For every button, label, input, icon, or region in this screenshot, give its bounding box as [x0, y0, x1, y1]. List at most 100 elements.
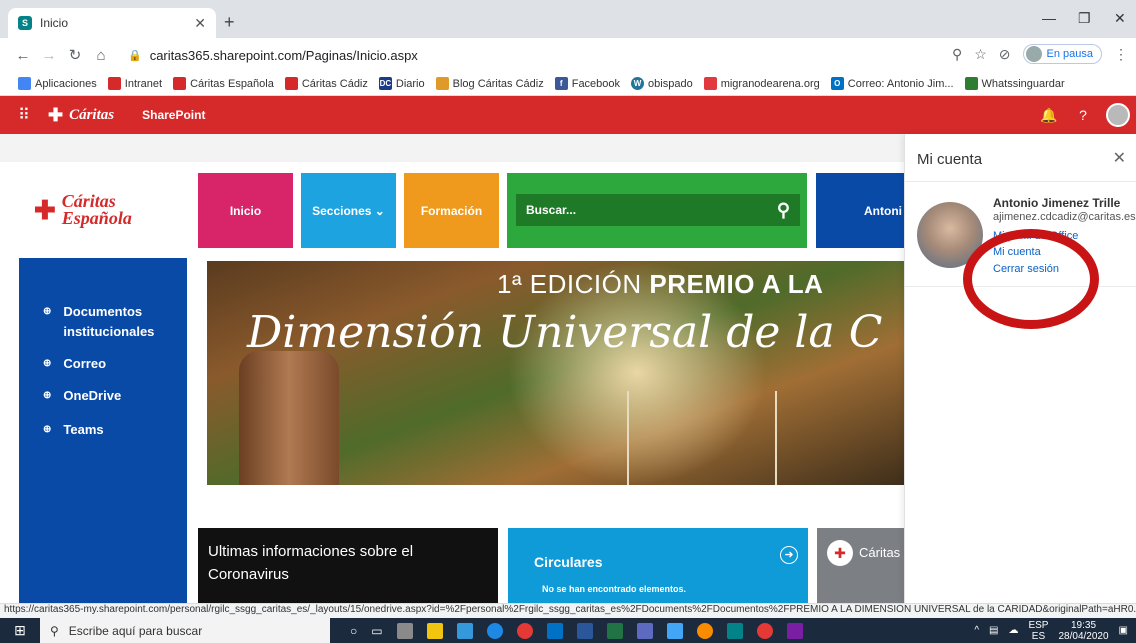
search-icon[interactable]: ⚲	[777, 200, 790, 221]
task-view-icon[interactable]: ▭	[371, 624, 382, 638]
lock-icon[interactable]: 🔒	[128, 49, 142, 62]
bookmark-label: Cáritas Cádiz	[301, 77, 368, 90]
circulares-card[interactable]: Circulares ➜ No se han encontrado elemen…	[508, 528, 808, 603]
bookmark-star-icon[interactable]: ☆	[974, 46, 987, 63]
back-button[interactable]: ←	[10, 47, 36, 64]
file-explorer-icon[interactable]	[426, 622, 443, 639]
chrome-icon[interactable]	[516, 622, 533, 639]
arrow-right-icon[interactable]: ➜	[780, 546, 798, 564]
close-window-button[interactable]: ✕	[1114, 10, 1126, 27]
windows-start-icon[interactable]: ⊞	[0, 622, 40, 639]
account-avatar-button[interactable]	[1106, 103, 1130, 127]
tab-inicio[interactable]: S Inicio ✕	[8, 8, 216, 38]
user-name: Antonio Jimenez Trille	[993, 196, 1121, 210]
blog-icon	[435, 77, 449, 90]
bookmark-diario[interactable]: DC Diario	[378, 77, 425, 90]
bookmark-label: Cáritas Española	[190, 77, 274, 90]
tile-profile[interactable]: Antoni	[816, 173, 904, 248]
tile-profile-label: Antoni	[864, 203, 902, 218]
bookmark-aplicaciones[interactable]: Aplicaciones	[18, 77, 97, 90]
news-card-coronavirus[interactable]: Ultimas informaciones sobre el Coronavir…	[198, 528, 498, 603]
nav-item-correo[interactable]: ⊕ Correo	[43, 354, 106, 374]
bookmark-caritas-espanola[interactable]: Cáritas Española	[173, 77, 274, 90]
teams-icon[interactable]	[786, 622, 803, 639]
bookmark-whatssinguardar[interactable]: Whatssinguardar	[964, 77, 1065, 90]
nav-item-documentos[interactable]: ⊕ Documentos institucionales	[43, 302, 163, 342]
project-icon[interactable]	[606, 622, 623, 639]
new-tab-button[interactable]: +	[224, 12, 235, 33]
bookmark-label: Whatssinguardar	[981, 77, 1065, 90]
profile-paused-button[interactable]: En pausa	[1022, 44, 1102, 64]
caritas-espanola-logo[interactable]: ✚ Cáritas Española	[34, 192, 132, 228]
zoom-icon[interactable]: ⚲	[952, 46, 962, 63]
hero-banner[interactable]: 1ª EDICIÓN PREMIO A LA Dimensión Univers…	[207, 261, 904, 485]
bookmark-caritas-cadiz[interactable]: Cáritas Cádiz	[284, 77, 368, 90]
whatsapp-icon	[964, 77, 978, 90]
sharepoint-icon[interactable]	[726, 622, 743, 639]
forward-button[interactable]: →	[36, 47, 62, 64]
onedrive-icon[interactable]: ☁	[1008, 625, 1018, 636]
link-icon: ⊕	[43, 306, 52, 317]
left-navigation: ⊕ Documentos institucionales ⊕ Correo ⊕ One…	[19, 258, 187, 603]
caritas-icon	[284, 77, 298, 90]
caritas-cross-icon: ✚	[34, 195, 56, 225]
nav-item-onedrive[interactable]: ⊕ OneDrive	[43, 386, 121, 406]
suite-brand: Cáritas	[69, 106, 115, 123]
close-tab-icon[interactable]: ✕	[194, 15, 206, 32]
paint-icon[interactable]	[666, 622, 683, 639]
bookmark-facebook[interactable]: f Facebook	[554, 77, 620, 90]
restore-button[interactable]: ❐	[1078, 10, 1091, 27]
onenote-icon[interactable]	[636, 622, 653, 639]
tile-formacion[interactable]: Formación	[404, 173, 499, 248]
sharepoint-favicon-icon: S	[18, 16, 32, 30]
reload-button[interactable]: ↻	[62, 46, 88, 64]
edge-icon[interactable]	[486, 622, 503, 639]
taskbar-search-input[interactable]: ⚲ Escribe aquí para buscar	[40, 618, 330, 643]
notifications-bell-icon[interactable]: 🔔	[1032, 107, 1066, 124]
caritas-card[interactable]: ✚ Cáritas	[817, 528, 904, 603]
action-center-icon[interactable]: ▣	[1119, 625, 1128, 636]
show-hidden-icons[interactable]: ^	[974, 625, 979, 636]
nav-item-teams[interactable]: ⊕ Teams	[43, 420, 104, 440]
bookmark-blog[interactable]: Blog Cáritas Cádiz	[435, 77, 544, 90]
sharepoint-link[interactable]: SharePoint	[142, 108, 205, 122]
home-button[interactable]: ⌂	[88, 47, 114, 64]
extension-icon[interactable]: ⊘	[999, 46, 1011, 63]
circulares-title: Circulares	[534, 554, 603, 570]
calculator-icon[interactable]	[396, 622, 413, 639]
bookmark-migranodearena[interactable]: migranodearena.org	[703, 77, 820, 90]
cortana-icon[interactable]: ○	[350, 624, 357, 638]
logo-line2: Española	[61, 208, 132, 228]
outlook-icon[interactable]	[546, 622, 563, 639]
banner-tree-trunk	[239, 351, 339, 485]
suite-logo[interactable]: ✚ Cáritas	[48, 105, 114, 126]
system-tray: ^ ▤ ☁ ESP ES 19:35 28/04/2020 ▣	[974, 618, 1128, 643]
caritas-icon	[107, 77, 121, 90]
close-icon[interactable]: ✕	[1113, 148, 1126, 168]
bookmark-intranet[interactable]: Intranet	[107, 77, 162, 90]
language-indicator[interactable]: ESP ES	[1028, 620, 1048, 642]
tile-secciones[interactable]: Secciones ⌄	[301, 173, 396, 248]
word-icon[interactable]	[576, 622, 593, 639]
search-input[interactable]: Buscar... ⚲	[516, 194, 800, 226]
bookmark-obispado[interactable]: Wobispado	[631, 77, 693, 90]
clock[interactable]: 19:35 28/04/2020	[1058, 620, 1108, 642]
clock-date: 28/04/2020	[1058, 630, 1109, 642]
nav-label: Correo	[63, 356, 107, 371]
bookmark-correo[interactable]: O Correo: Antonio Jim...	[830, 77, 954, 90]
settings-icon[interactable]	[696, 622, 713, 639]
tile-inicio[interactable]: Inicio	[198, 173, 293, 248]
network-icon[interactable]: ▤	[989, 625, 998, 636]
link-icon: ⊕	[43, 358, 52, 369]
address-bar[interactable]: caritas365.sharepoint.com/Paginas/Inicio…	[150, 48, 418, 63]
app-launcher-icon[interactable]: ⠿	[0, 105, 48, 125]
store-icon[interactable]	[456, 622, 473, 639]
user-email: ajimenez.cdcadiz@caritas.es	[993, 211, 1136, 223]
tab-title: Inicio	[40, 16, 69, 30]
menu-kebab-icon[interactable]: ⋮	[1114, 46, 1128, 63]
outlook-icon: O	[830, 77, 844, 90]
minimize-button[interactable]: —	[1042, 10, 1056, 26]
help-icon[interactable]: ?	[1066, 107, 1100, 123]
lang-primary: ESP	[1028, 619, 1049, 631]
chrome-profile-icon[interactable]	[756, 622, 773, 639]
